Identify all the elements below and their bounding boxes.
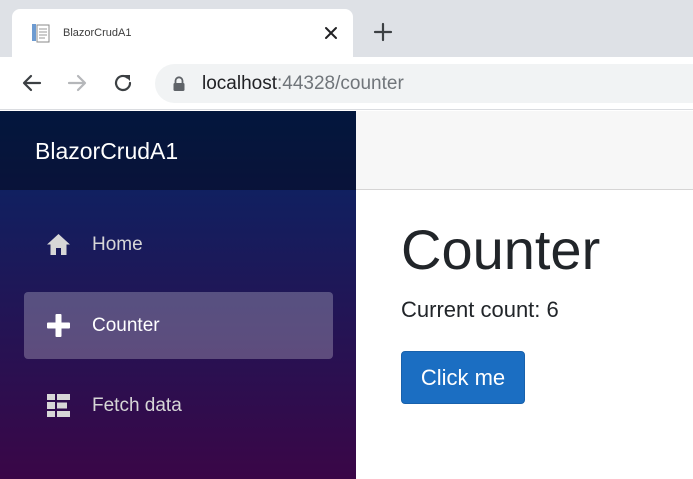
current-count-text: Current count: 6 <box>401 297 559 322</box>
browser-tabstrip: BlazorCrudA1 <box>0 0 693 57</box>
arrow-right-icon <box>67 74 87 92</box>
tab-title: BlazorCrudA1 <box>63 27 132 39</box>
plus-icon <box>373 22 393 42</box>
document-icon <box>30 22 52 44</box>
home-icon <box>46 232 71 257</box>
browser-toolbar: localhost:44328/counter <box>0 57 693 110</box>
nav-item-counter[interactable]: Counter <box>24 292 333 359</box>
reload-icon <box>114 74 132 92</box>
click-me-button[interactable]: Click me <box>401 351 525 404</box>
list-icon <box>46 393 71 418</box>
app-brand[interactable]: BlazorCrudA1 <box>35 137 178 165</box>
url-text: localhost:44328/counter <box>202 73 404 95</box>
plus-icon <box>46 313 71 338</box>
nav-item-fetch-data[interactable]: Fetch data <box>24 372 333 439</box>
lock-icon[interactable] <box>172 76 186 92</box>
forward-button[interactable] <box>65 71 89 95</box>
new-tab-button[interactable] <box>373 22 393 42</box>
reload-button[interactable] <box>111 71 135 95</box>
browser-tab[interactable]: BlazorCrudA1 <box>12 9 353 57</box>
brand-bar: BlazorCrudA1 <box>0 111 356 190</box>
nav-label-counter: Counter <box>92 315 160 336</box>
sidebar: BlazorCrudA1 Home Counter Fetch data <box>0 111 356 479</box>
page-title: Counter <box>401 218 601 281</box>
url-path: :44328/counter <box>277 73 404 94</box>
top-row <box>356 111 693 190</box>
nav-label-home: Home <box>92 234 143 255</box>
back-button[interactable] <box>20 71 44 95</box>
nav-label-fetch-data: Fetch data <box>92 395 182 416</box>
arrow-left-icon <box>22 74 42 92</box>
main-content: Counter Current count: 6 Click me <box>356 190 693 479</box>
address-bar[interactable]: localhost:44328/counter <box>155 64 693 103</box>
close-icon[interactable] <box>322 24 340 42</box>
nav-item-home[interactable]: Home <box>24 211 333 278</box>
url-host: localhost <box>202 73 277 94</box>
